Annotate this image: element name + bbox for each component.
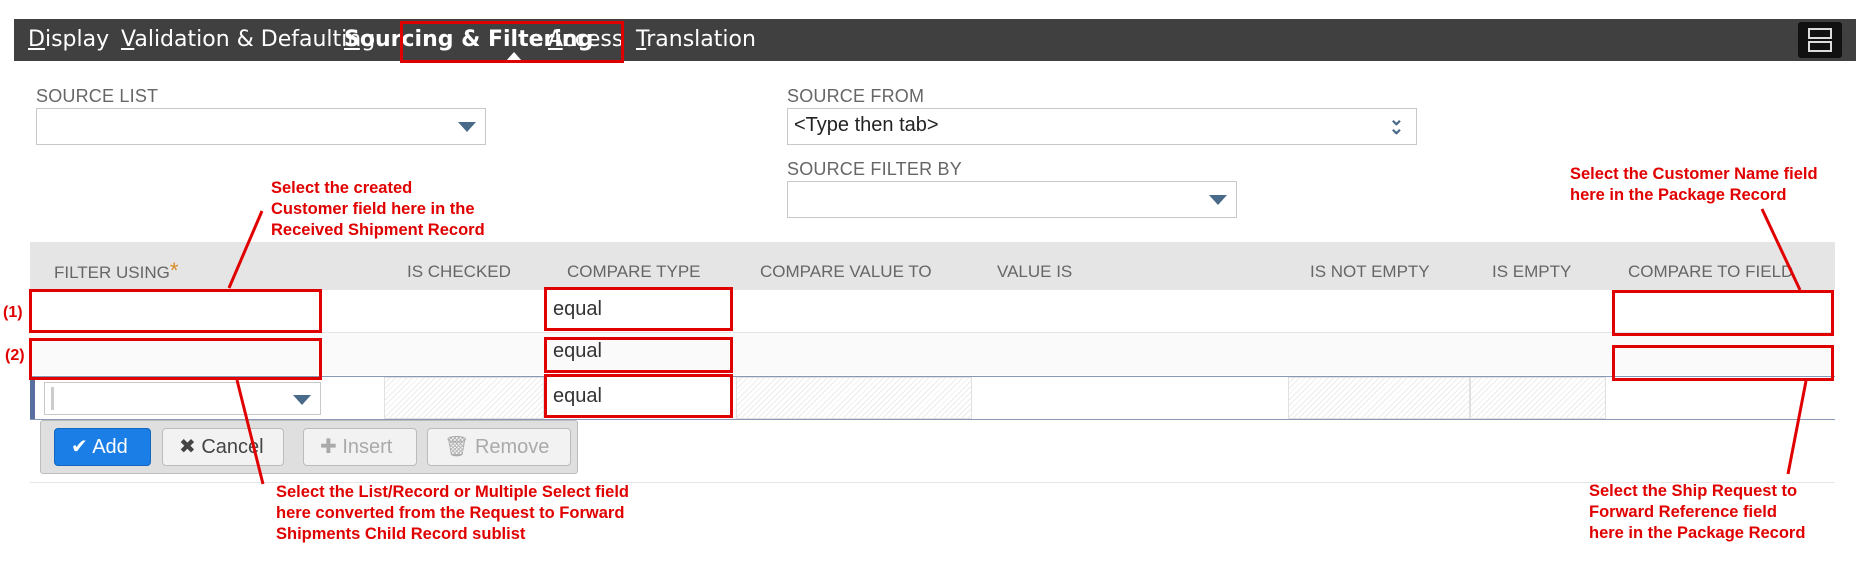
connector-top-left — [227, 210, 264, 289]
connector-top-right — [1760, 208, 1802, 291]
annotation-connectors — [227, 208, 1808, 485]
connector-bottom-left — [235, 379, 265, 485]
connector-bottom-right — [1786, 380, 1808, 475]
